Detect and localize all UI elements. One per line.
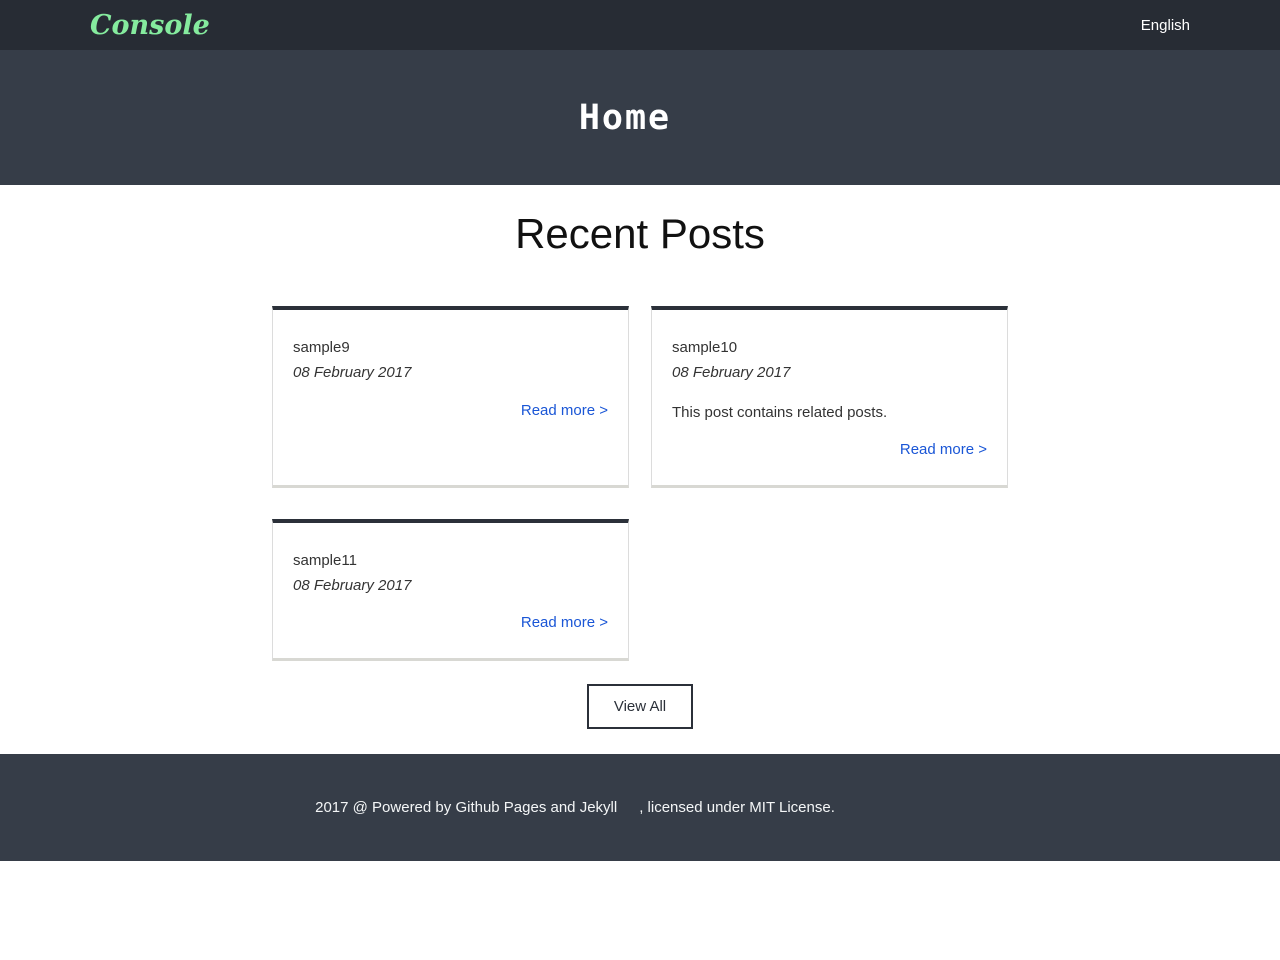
post-date: 08 February 2017 [672,361,987,384]
read-more-row: Read more > [293,611,608,636]
read-more-row: Read more > [672,438,987,463]
top-navbar: Console English [0,0,1280,50]
main-content: Recent Posts sample9 08 February 2017 Re… [0,210,1280,729]
recent-posts-heading: Recent Posts [0,210,1280,258]
read-more-link[interactable]: Read more > [521,614,608,631]
footer-prefix: 2017 @ Powered by [315,799,451,816]
site-logo[interactable]: Console [90,10,210,41]
post-date: 08 February 2017 [293,574,608,597]
post-excerpt: This post contains related posts. [672,401,987,424]
read-more-link[interactable]: Read more > [521,402,608,419]
navbar-container: Console English [90,10,1190,41]
footer-middle: , licensed under [639,799,745,816]
footer: 2017 @ Powered by Github Pages and Jekyl… [0,754,1280,861]
post-card: sample11 08 February 2017 Read more > [272,519,629,661]
post-title-link[interactable]: sample11 [293,549,608,572]
post-title-link[interactable]: sample10 [672,336,987,359]
post-card: sample10 08 February 2017 This post cont… [651,306,1008,488]
post-card: sample9 08 February 2017 Read more > [272,306,629,488]
post-date: 08 February 2017 [293,361,608,384]
language-link[interactable]: English [1141,17,1190,34]
read-more-link[interactable]: Read more > [900,441,987,458]
mit-license-link[interactable]: MIT License. [749,799,835,816]
hero-banner: Home [0,50,1280,185]
page-title: Home [579,98,671,138]
read-more-row: Read more > [293,399,608,424]
view-all-container: View All [0,684,1280,729]
footer-text: 2017 @ Powered by Github Pages and Jekyl… [315,799,965,816]
posts-grid: sample9 08 February 2017 Read more > sam… [272,306,1008,661]
post-title-link[interactable]: sample9 [293,336,608,359]
view-all-button[interactable]: View All [587,684,693,729]
github-pages-jekyll-link[interactable]: Github Pages and Jekyll [455,799,617,816]
